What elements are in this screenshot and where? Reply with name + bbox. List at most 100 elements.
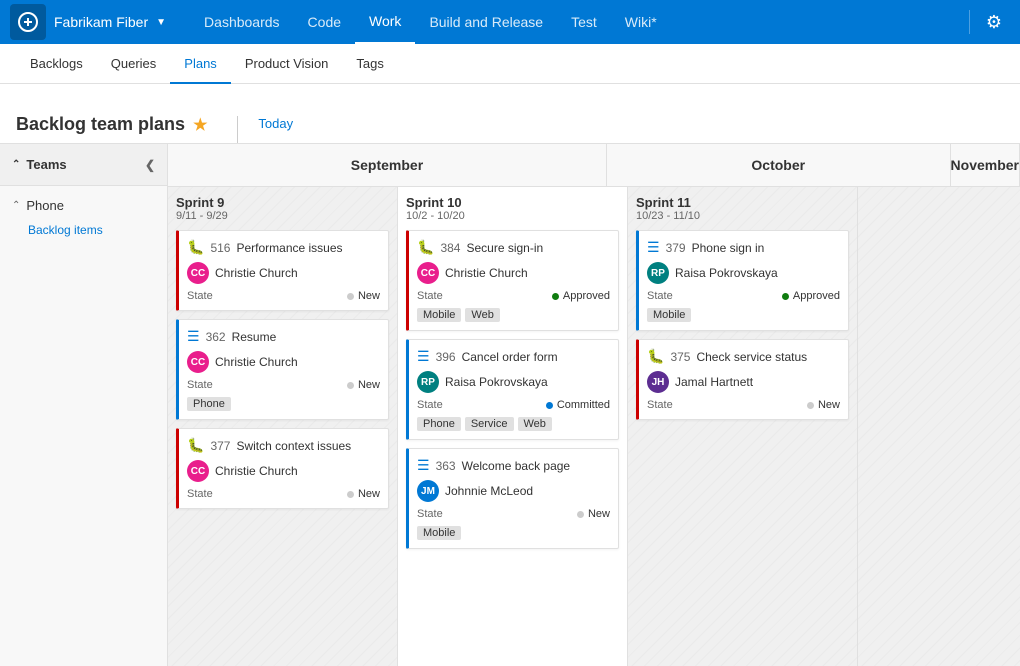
avatar-377: CC <box>187 460 209 482</box>
card-516: 🐛 516 Performance issues CC Christie Chu… <box>176 230 389 311</box>
subnav-product-vision[interactable]: Product Vision <box>231 44 343 84</box>
state-value-377: New <box>347 488 380 500</box>
card-377-id: 377 <box>210 439 230 453</box>
nav-work[interactable]: Work <box>355 0 415 44</box>
tag-web-384: Web <box>465 308 499 322</box>
settings-icon[interactable]: ⚙ <box>978 12 1010 33</box>
card-377-title: Switch context issues <box>236 439 351 453</box>
card-516-title-row: 🐛 516 Performance issues <box>187 239 380 256</box>
card-379-state: State Approved <box>647 290 840 302</box>
card-362-id: 362 <box>206 330 226 344</box>
sprint-10-name: Sprint 10 <box>406 195 619 210</box>
state-dot-375 <box>807 402 814 409</box>
state-text-375: New <box>818 399 840 411</box>
card-379-id: 379 <box>666 241 686 255</box>
teams-label: Teams <box>26 157 66 172</box>
card-362-title-row: ☰ 362 Resume <box>187 328 380 345</box>
card-363-title: Welcome back page <box>462 459 571 473</box>
sprint-9-header: Sprint 9 9/11 - 9/29 <box>176 195 389 222</box>
sprint-10-column: Sprint 10 10/2 - 10/20 🐛 384 Secure sign… <box>398 187 628 666</box>
card-362-title: Resume <box>232 330 277 344</box>
nav-wiki[interactable]: Wiki* <box>611 0 671 44</box>
sidebar-item-phone[interactable]: ⌃ Phone <box>0 192 167 219</box>
state-label-396: State <box>417 399 443 411</box>
card-516-id: 516 <box>210 241 230 255</box>
bug-icon-377: 🐛 <box>187 437 204 454</box>
subnav-queries[interactable]: Queries <box>97 44 171 84</box>
card-384-state: State Approved <box>417 290 610 302</box>
sprint-9-name: Sprint 9 <box>176 195 389 210</box>
card-384-title: Secure sign-in <box>466 241 543 255</box>
card-396-title: Cancel order form <box>462 350 558 364</box>
brand-chevron-icon: ▼ <box>156 17 166 28</box>
tag-service-396: Service <box>465 417 514 431</box>
subnav-backlogs[interactable]: Backlogs <box>16 44 97 84</box>
state-text-377: New <box>358 488 380 500</box>
state-text-384: Approved <box>563 290 610 302</box>
teams-label-group: ⌃ Teams <box>12 157 67 172</box>
sprint-11-header: Sprint 11 10/23 - 11/10 <box>636 195 849 222</box>
state-text-396: Committed <box>557 399 610 411</box>
top-nav-links: Dashboards Code Work Build and Release T… <box>190 0 961 44</box>
card-363-state: State New <box>417 508 610 520</box>
card-384-assignee: CC Christie Church <box>417 262 610 284</box>
sidebar-item-backlog[interactable]: Backlog items <box>0 219 167 241</box>
nav-code[interactable]: Code <box>294 0 355 44</box>
avatar-516: CC <box>187 262 209 284</box>
subnav-tags[interactable]: Tags <box>342 44 397 84</box>
brand-name[interactable]: Fabrikam Fiber ▼ <box>54 14 170 30</box>
tag-web-396: Web <box>518 417 552 431</box>
top-navigation: Fabrikam Fiber ▼ Dashboards Code Work Bu… <box>0 0 1020 44</box>
sprint-10-dates: 10/2 - 10/20 <box>406 210 619 222</box>
assignee-384: Christie Church <box>445 266 528 280</box>
chevron-left-icon[interactable]: ❮ <box>145 158 155 172</box>
state-value-375: New <box>807 399 840 411</box>
assignee-379: Raisa Pokrovskaya <box>675 266 778 280</box>
sprint-11-dates: 10/23 - 11/10 <box>636 210 849 222</box>
assignee-375: Jamal Hartnett <box>675 375 753 389</box>
story-icon-396: ☰ <box>417 348 430 365</box>
tag-mobile-384: Mobile <box>417 308 461 322</box>
card-375-title-row: 🐛 375 Check service status <box>647 348 840 365</box>
month-november: November <box>951 144 1020 186</box>
state-value-379: Approved <box>782 290 840 302</box>
state-dot-377 <box>347 491 354 498</box>
assignee-362: Christie Church <box>215 355 298 369</box>
card-377: 🐛 377 Switch context issues CC Christie … <box>176 428 389 509</box>
card-379-assignee: RP Raisa Pokrovskaya <box>647 262 840 284</box>
favorite-star-icon[interactable]: ★ <box>193 115 207 135</box>
state-text-379: Approved <box>793 290 840 302</box>
assignee-396: Raisa Pokrovskaya <box>445 375 548 389</box>
state-value-363: New <box>577 508 610 520</box>
assignee-363: Johnnie McLeod <box>445 484 533 498</box>
card-362-state: State New <box>187 379 380 391</box>
card-377-title-row: 🐛 377 Switch context issues <box>187 437 380 454</box>
sidebar-team-phone: ⌃ Phone Backlog items <box>0 186 167 247</box>
card-377-state: State New <box>187 488 380 500</box>
today-link[interactable]: Today <box>237 116 293 143</box>
sidebar-header: ⌃ Teams ❮ <box>0 144 167 186</box>
tag-phone-362: Phone <box>187 397 231 411</box>
subnav-plans[interactable]: Plans <box>170 44 231 84</box>
state-value-396: Committed <box>546 399 610 411</box>
card-377-assignee: CC Christie Church <box>187 460 380 482</box>
sprint-10-header: Sprint 10 10/2 - 10/20 <box>406 195 619 222</box>
card-375-id: 375 <box>670 350 690 364</box>
card-363-id: 363 <box>436 459 456 473</box>
nav-test[interactable]: Test <box>557 0 611 44</box>
card-384-id: 384 <box>440 241 460 255</box>
timeline-area: September October November Sprint 9 9/11… <box>168 144 1020 666</box>
card-384-tags: Mobile Web <box>417 308 610 322</box>
month-september: September <box>168 144 607 186</box>
story-icon-379: ☰ <box>647 239 660 256</box>
state-text-362: New <box>358 379 380 391</box>
nav-build-release[interactable]: Build and Release <box>415 0 557 44</box>
card-396-assignee: RP Raisa Pokrovskaya <box>417 371 610 393</box>
page-header: Backlog team plans ★ Today <box>0 84 1020 144</box>
assignee-516: Christie Church <box>215 266 298 280</box>
bug-icon-375: 🐛 <box>647 348 664 365</box>
state-dot-384 <box>552 293 559 300</box>
nav-dashboards[interactable]: Dashboards <box>190 0 294 44</box>
sprints-container: Sprint 9 9/11 - 9/29 🐛 516 Performance i… <box>168 187 1020 666</box>
state-text-516: New <box>358 290 380 302</box>
